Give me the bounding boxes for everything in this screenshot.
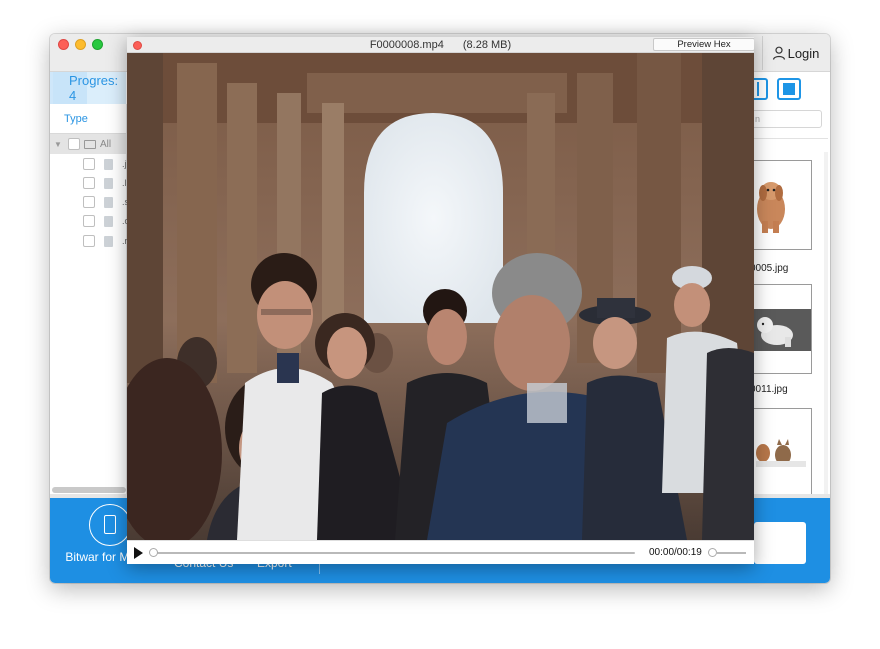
phone-icon [89, 504, 131, 546]
video-frame[interactable] [127, 53, 754, 540]
login-button[interactable]: Login [762, 36, 828, 70]
user-icon [772, 46, 785, 60]
file-icon [104, 158, 113, 170]
volume-slider[interactable] [716, 552, 746, 554]
tree-row-file[interactable]: .s [50, 192, 129, 212]
checkbox[interactable] [83, 177, 95, 189]
dog-photo [751, 161, 811, 249]
recover-button[interactable] [754, 522, 806, 564]
file-icon [104, 196, 113, 208]
thumbnail-dog-2[interactable] [750, 284, 812, 374]
checkbox[interactable] [83, 196, 95, 208]
play-icon[interactable] [134, 547, 143, 559]
thumbnail-pets-3[interactable] [750, 408, 812, 498]
thumbnail-dog-1[interactable] [750, 160, 812, 250]
tree-all-label: All [100, 138, 112, 150]
search-input[interactable]: n [750, 110, 822, 128]
checkbox-all[interactable] [68, 138, 80, 150]
file-type-label: .l [122, 178, 127, 188]
progress-tab-label: Progres: 4 [69, 73, 119, 103]
computer-icon [84, 139, 96, 149]
preview-filename: F0000008.mp4 [369, 39, 444, 51]
tree-row-all[interactable]: ▼ All [50, 134, 126, 154]
thumbnail-label: 0011.jpg [750, 384, 788, 395]
zoom-window-button[interactable] [92, 39, 103, 50]
tree-row-file[interactable]: .r [50, 231, 128, 251]
video-controls: 00:00/00:19 [127, 540, 754, 564]
preview-titlebar: F0000008.mp4 (8.28 MB) Preview Hex [127, 37, 754, 53]
preview-filesize: (8.28 MB) [462, 39, 512, 51]
list-view-icon [757, 82, 759, 96]
disclosure-triangle-icon[interactable]: ▼ [54, 140, 64, 149]
seek-handle[interactable] [149, 548, 158, 557]
minimize-window-button[interactable] [75, 39, 86, 50]
divider [750, 138, 828, 139]
checkbox[interactable] [83, 158, 95, 170]
close-window-button[interactable] [58, 39, 69, 50]
type-column-header[interactable]: Type [50, 104, 126, 134]
file-icon [104, 215, 113, 227]
vertical-scrollbar[interactable] [824, 152, 828, 502]
video-preview-window: F0000008.mp4 (8.28 MB) Preview Hex 00:00… [127, 37, 754, 564]
time-readout: 00:00/00:19 [649, 547, 702, 558]
pets-photo [751, 409, 811, 497]
thumbnail-label: 0005.jpg [750, 263, 789, 274]
login-label: Login [787, 45, 820, 61]
file-type-label: .j [122, 159, 127, 169]
tab-progress[interactable]: Progres: 4 [50, 72, 126, 104]
checkbox[interactable] [83, 235, 95, 247]
preview-hex-button[interactable]: Preview Hex [653, 38, 754, 51]
tree-row-file[interactable]: .j [50, 154, 127, 174]
horizontal-scrollbar[interactable] [52, 487, 126, 493]
dog-photo [751, 285, 811, 373]
file-icon [104, 177, 113, 189]
grid-view-icon [783, 83, 795, 95]
crowd-video-frame [127, 53, 754, 540]
seek-bar[interactable] [153, 552, 635, 554]
file-icon [104, 235, 113, 247]
checkbox[interactable] [83, 215, 95, 227]
grid-view-button[interactable] [777, 78, 801, 100]
tree-row-file[interactable]: .c [50, 211, 129, 231]
tree-row-file[interactable]: .l [50, 173, 127, 193]
